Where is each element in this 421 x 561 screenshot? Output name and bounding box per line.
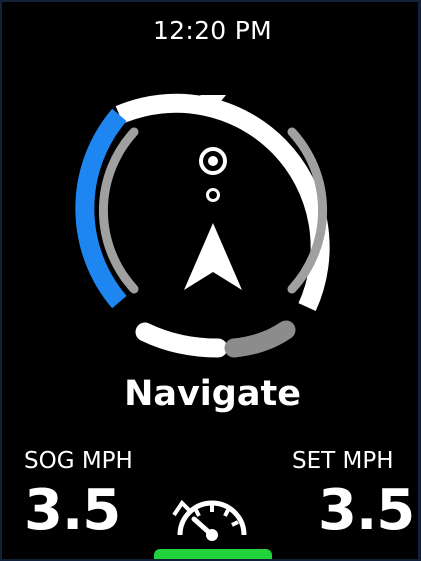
waypoint-target-icon [199, 147, 227, 202]
speedometer-icon[interactable] [170, 493, 254, 543]
boat-arrow-icon [184, 223, 242, 290]
inner-left-arc [98, 127, 139, 294]
device-screen: 12:20 PM Navigate SOG MPH 3.5 SET MPH 3.… [2, 2, 418, 559]
bottom-gray-segment [224, 320, 296, 358]
bottom-white-segment [135, 322, 228, 358]
navigation-dial[interactable] [2, 2, 418, 374]
sog-label: SOG MPH [24, 448, 133, 474]
mode-label: Navigate [124, 374, 301, 414]
sog-value: 3.5 [24, 478, 121, 543]
active-indicator-bar [154, 549, 272, 559]
set-label: SET MPH [292, 448, 394, 474]
set-value: 3.5 [318, 478, 415, 543]
